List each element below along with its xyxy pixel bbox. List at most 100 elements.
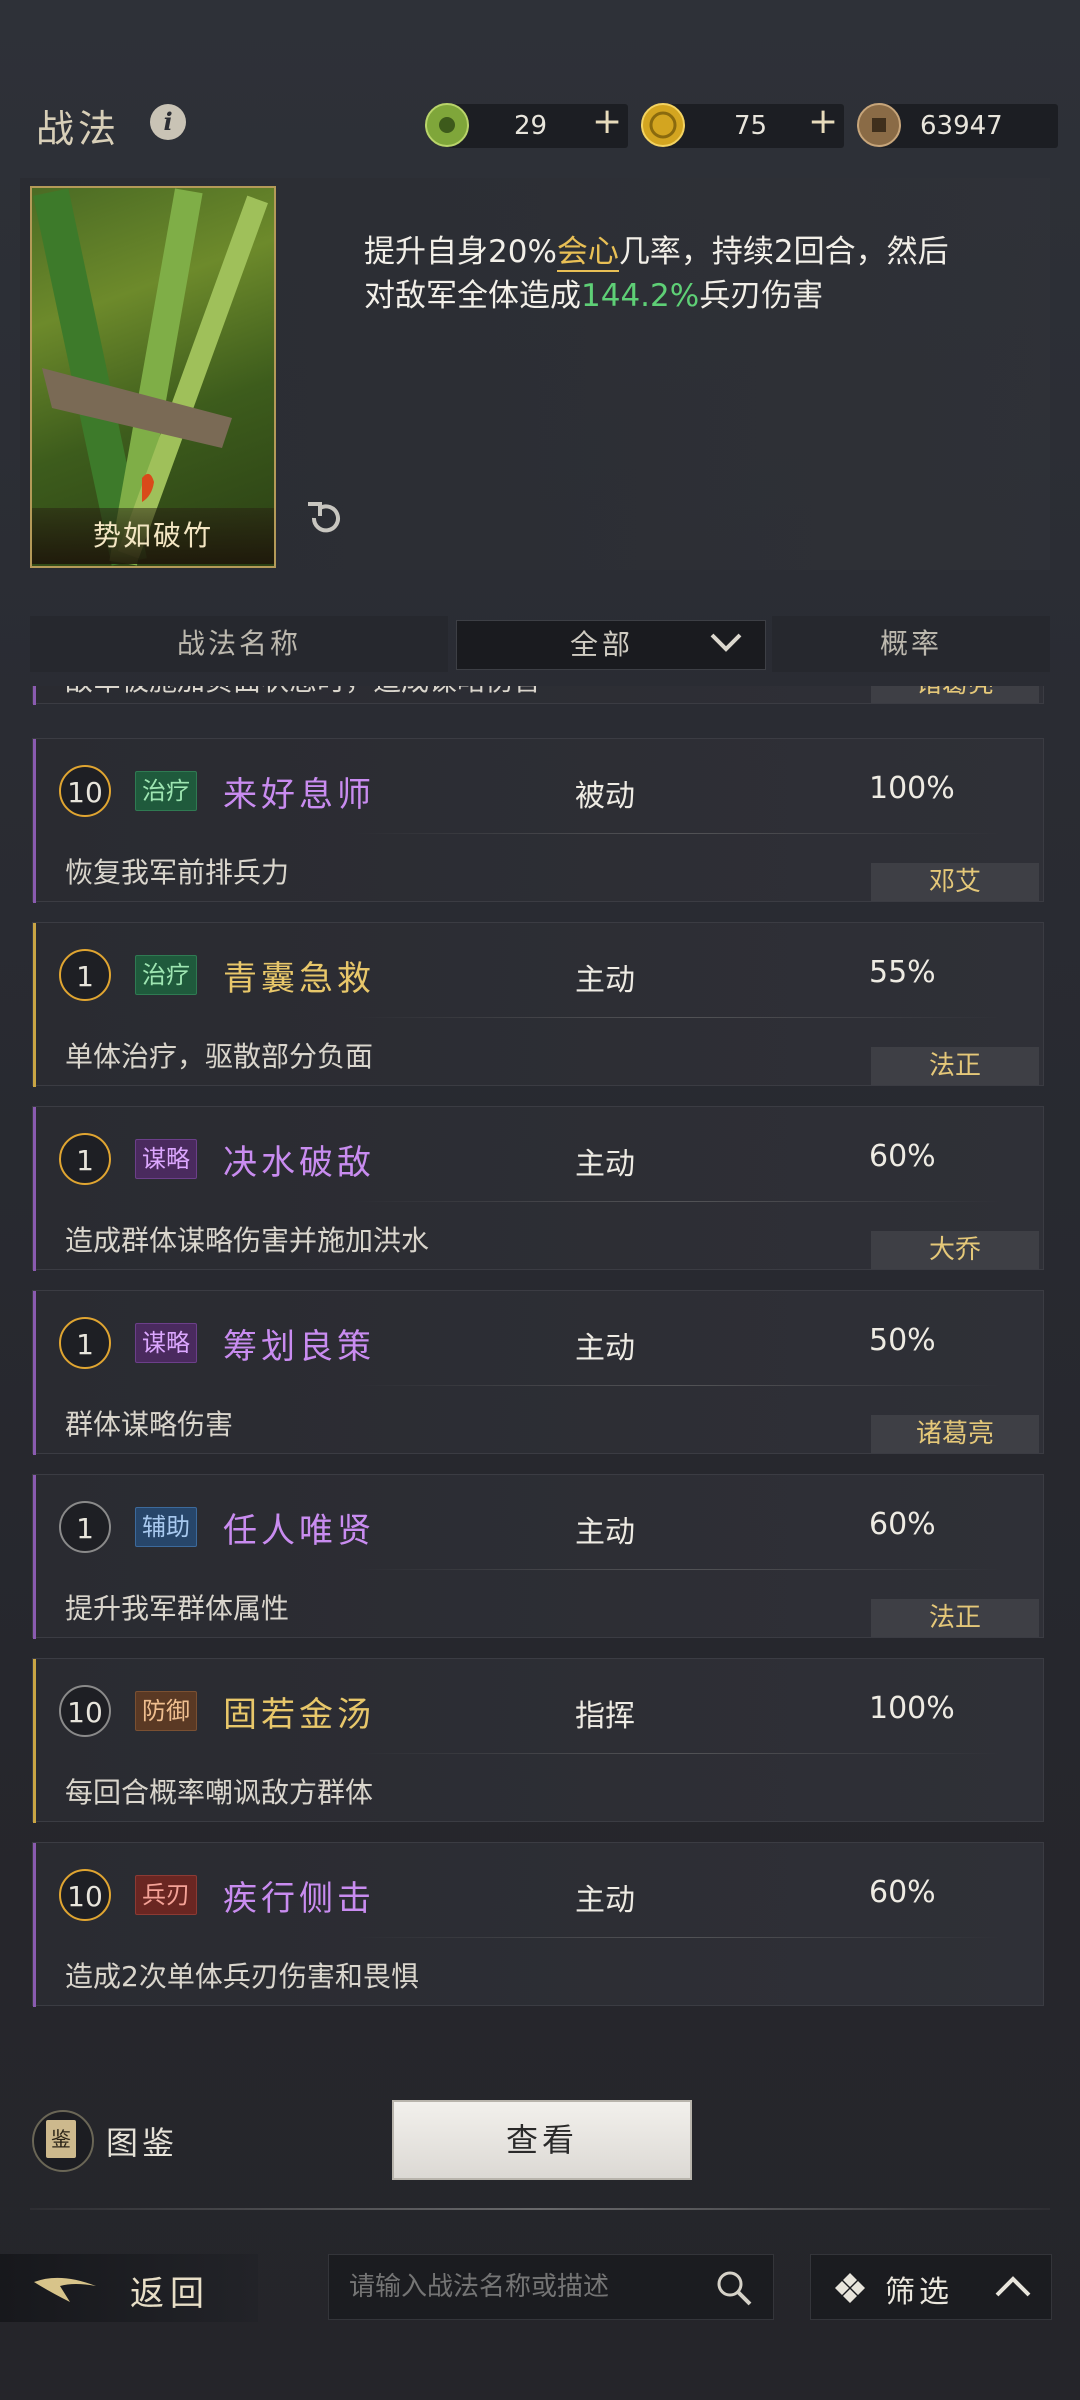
- skill-desc: 造成群体谋略伤害并施加洪水: [65, 1224, 430, 1257]
- skill-desc: 恢复我军前排兵力: [65, 856, 290, 889]
- skill-type: 指挥: [575, 1699, 635, 1734]
- back-arrow-icon: [34, 2277, 96, 2302]
- list-item[interactable]: 10 治疗 来好息师 被动 100% 恢复我军前排兵力 邓艾: [32, 738, 1044, 903]
- filter-label: 筛选: [885, 2275, 953, 2310]
- skill-rate: 55%: [869, 955, 936, 990]
- view-button[interactable]: 查看: [392, 2100, 692, 2180]
- book-icon: 鉴: [46, 2120, 76, 2158]
- codex-label[interactable]: 图鉴: [106, 2118, 178, 2164]
- desc-value: 144.2%: [581, 278, 700, 314]
- desc-keyword[interactable]: 会心: [556, 234, 619, 272]
- chevron-up-icon[interactable]: [993, 2275, 1033, 2299]
- owner-badge: 大乔: [871, 1231, 1039, 1269]
- desc-text: 几率，持续2回合，然后: [618, 234, 949, 270]
- skill-rate: 60%: [869, 1507, 936, 1542]
- skill-tag: 辅助: [135, 1507, 197, 1547]
- skill-rate: 60%: [869, 1875, 936, 1910]
- skill-name: 任人唯贤: [223, 1511, 375, 1551]
- list-item[interactable]: 1 辅助 任人唯贤 主动 60% 提升我军群体属性 法正: [32, 1474, 1044, 1639]
- owner-badge: 诸葛亮: [871, 686, 1039, 703]
- cost-badge: 1: [59, 1501, 111, 1553]
- currency-copper: 63947: [857, 103, 1058, 148]
- info-icon[interactable]: i: [150, 104, 186, 140]
- dropdown-value: 全部: [569, 628, 634, 661]
- skill-desc: 每回合概率嘲讽敌方群体: [65, 1776, 374, 1809]
- skill-name: 来好息师: [223, 775, 375, 815]
- skill-type: 主动: [575, 963, 635, 998]
- skill-type: 主动: [575, 1883, 635, 1918]
- list-item[interactable]: 10 防御 固若金汤 指挥 100% 每回合概率嘲讽敌方群体: [32, 1658, 1044, 1823]
- search-icon[interactable]: [715, 2269, 753, 2307]
- list-item[interactable]: 1 治疗 青囊急救 主动 55% 单体治疗，驱散部分负面 法正: [32, 922, 1044, 1087]
- cost-badge: 1: [59, 949, 111, 1001]
- skill-rate: 100%: [869, 771, 955, 806]
- owner-badge: 法正: [871, 1047, 1039, 1085]
- skill-tag: 防御: [135, 1691, 197, 1731]
- column-header-rate: 概率: [772, 616, 1050, 672]
- currency-gold: 75 +: [641, 101, 844, 148]
- skill-rate: 60%: [869, 1139, 936, 1174]
- list-item[interactable]: 1 谋略 筹划良策 主动 50% 群体谋略伤害 诸葛亮: [32, 1290, 1044, 1455]
- skill-desc: 单体治疗，驱散部分负面: [65, 1040, 374, 1073]
- skill-desc: 造成2次单体兵刃伤害和畏惧: [65, 1960, 419, 1993]
- currency-value: 29: [514, 111, 548, 141]
- list-item[interactable]: 敌军被施加负面状态时，造成谋略伤害 诸葛亮: [32, 686, 1044, 705]
- skill-rate: 50%: [869, 1323, 936, 1358]
- chevron-down-icon: [710, 633, 742, 652]
- currency-value: 75: [734, 111, 768, 141]
- diamond-filter-icon: [835, 2273, 865, 2303]
- skill-desc: 提升我军群体属性: [65, 1592, 290, 1625]
- desc-text: 提升自身20%: [364, 234, 557, 270]
- skill-desc: 敌军被施加负面状态时，造成谋略伤害: [65, 686, 541, 699]
- add-jade-button[interactable]: +: [592, 101, 622, 142]
- list-item[interactable]: 10 兵刃 疾行侧击 主动 60% 造成2次单体兵刃伤害和畏惧: [32, 1842, 1044, 2007]
- skill-name: 决水破敌: [223, 1143, 375, 1183]
- skill-tag: 兵刃: [135, 1875, 197, 1915]
- currency-jade: 29 +: [425, 101, 628, 148]
- search-bar[interactable]: [328, 2254, 774, 2320]
- cost-badge: 1: [59, 1133, 111, 1185]
- owner-badge: 法正: [871, 1599, 1039, 1637]
- cost-badge: 10: [59, 1869, 111, 1921]
- codex-button[interactable]: 鉴: [32, 2110, 94, 2172]
- skill-tag: 治疗: [135, 771, 197, 811]
- filter-button[interactable]: 筛选: [810, 2254, 1052, 2320]
- skill-card-name: 势如破竹: [32, 508, 274, 564]
- column-label-rate: 概率: [879, 627, 942, 660]
- skill-type: 主动: [575, 1331, 635, 1366]
- back-button[interactable]: 返回: [0, 2254, 258, 2322]
- category-filter-dropdown[interactable]: 全部: [456, 620, 766, 670]
- desc-text: 兵刃伤害: [699, 278, 824, 314]
- desc-text: 对敌军全体造成: [364, 278, 581, 314]
- skill-name: 疾行侧击: [223, 1879, 375, 1919]
- skill-desc: 群体谋略伤害: [65, 1408, 234, 1441]
- add-gold-button[interactable]: +: [808, 101, 838, 142]
- skill-tag: 治疗: [135, 955, 197, 995]
- skill-type: 主动: [575, 1515, 635, 1550]
- cost-badge: 10: [59, 765, 111, 817]
- search-input[interactable]: [347, 2263, 711, 2311]
- owner-badge: 邓艾: [871, 863, 1039, 901]
- skill-description: 提升自身20%会心几率，持续2回合，然后 对敌军全体造成144.2%兵刃伤害: [364, 230, 1014, 318]
- divider: [30, 2208, 1050, 2210]
- jade-coin-icon: [425, 103, 469, 147]
- skill-name: 青囊急救: [223, 959, 375, 999]
- copper-coin-icon: [857, 103, 901, 147]
- owner-badge: 诸葛亮: [871, 1415, 1039, 1453]
- refresh-icon[interactable]: [304, 496, 348, 540]
- skill-list[interactable]: 敌军被施加负面状态时，造成谋略伤害 诸葛亮 10 治疗 来好息师 被动 100%…: [0, 686, 1080, 2016]
- back-label: 返回: [130, 2274, 210, 2314]
- cost-badge: 10: [59, 1685, 111, 1737]
- skill-name: 筹划良策: [223, 1327, 375, 1367]
- skill-rate: 100%: [869, 1691, 955, 1726]
- gold-coin-icon: [641, 103, 685, 147]
- skill-type: 被动: [575, 779, 635, 814]
- skill-name: 固若金汤: [223, 1695, 375, 1735]
- cost-badge: 1: [59, 1317, 111, 1369]
- column-label-name: 战法名称: [176, 627, 301, 660]
- skill-tag: 谋略: [135, 1323, 197, 1363]
- skill-tag: 谋略: [135, 1139, 197, 1179]
- currency-value: 63947: [920, 111, 1003, 141]
- skill-type: 主动: [575, 1147, 635, 1182]
- list-item[interactable]: 1 谋略 决水破敌 主动 60% 造成群体谋略伤害并施加洪水 大乔: [32, 1106, 1044, 1271]
